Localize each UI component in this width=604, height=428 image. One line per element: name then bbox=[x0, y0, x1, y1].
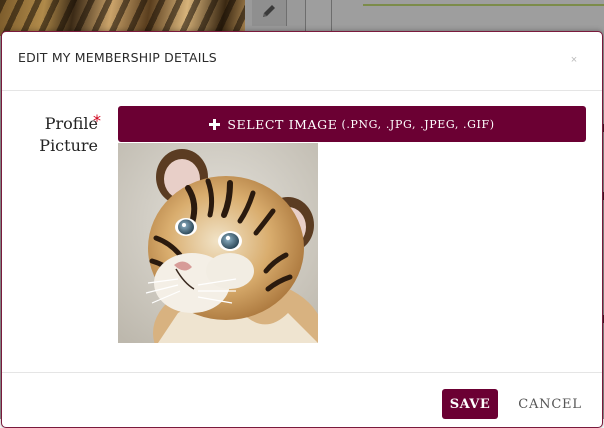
modal-title: EDIT MY MEMBERSHIP DETAILS bbox=[18, 50, 217, 65]
required-marker: * bbox=[93, 111, 101, 130]
modal-body: Profile Picture * SELECT IMAGE (.PNG, .J… bbox=[2, 91, 602, 372]
profile-picture-label: Profile Picture bbox=[39, 114, 98, 155]
tiger-cub-photo bbox=[118, 143, 318, 343]
select-image-label: SELECT IMAGE bbox=[227, 116, 338, 132]
modal-header: EDIT MY MEMBERSHIP DETAILS × bbox=[2, 32, 602, 91]
cancel-button[interactable]: CANCEL bbox=[510, 389, 590, 419]
modal-footer: SAVE CANCEL bbox=[2, 372, 602, 428]
select-image-button[interactable]: SELECT IMAGE (.PNG, .JPG, .JPEG, .GIF) bbox=[118, 106, 586, 142]
background-edit-button bbox=[252, 0, 287, 26]
edit-membership-modal: EDIT MY MEMBERSHIP DETAILS × Profile Pic… bbox=[1, 31, 603, 428]
close-icon[interactable]: × bbox=[568, 54, 580, 66]
select-image-extensions: (.PNG, .JPG, .JPEG, .GIF) bbox=[341, 117, 495, 131]
profile-picture-preview bbox=[118, 143, 318, 343]
pencil-icon bbox=[263, 5, 275, 17]
save-button[interactable]: SAVE bbox=[442, 389, 498, 419]
plus-icon bbox=[209, 118, 221, 130]
